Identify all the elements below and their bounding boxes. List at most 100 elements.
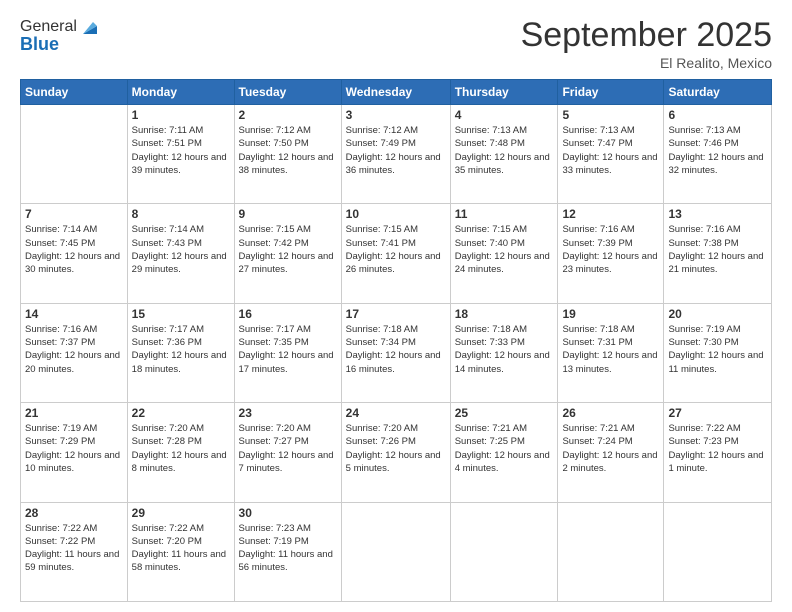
- table-row: 27Sunrise: 7:22 AMSunset: 7:23 PMDayligh…: [664, 403, 772, 502]
- cell-info: Sunrise: 7:13 AMSunset: 7:47 PMDaylight:…: [562, 124, 659, 177]
- table-row: 19Sunrise: 7:18 AMSunset: 7:31 PMDayligh…: [558, 303, 664, 402]
- day-number: 23: [239, 406, 337, 420]
- day-number: 10: [346, 207, 446, 221]
- table-row: 28 Sunrise: 7:22 AMSunset: 7:22 PMDayligh…: [21, 502, 128, 601]
- table-row: 23 Sunrise: 7:20 AMSunset: 7:27 PMDayligh…: [234, 403, 341, 502]
- cell-info: Sunrise: 7:20 AMSunset: 7:28 PMDaylight:…: [132, 422, 230, 475]
- header: General Blue September 2025 El Realito, …: [20, 16, 772, 71]
- cell-info: Sunrise: 7:15 AMSunset: 7:40 PMDaylight:…: [455, 223, 554, 276]
- header-row: Sunday Monday Tuesday Wednesday Thursday…: [21, 80, 772, 105]
- cell-info: Sunrise: 7:15 AMSunset: 7:41 PMDaylight:…: [346, 223, 446, 276]
- day-number: 8: [132, 207, 230, 221]
- table-row: 3 Sunrise: 7:12 AMSunset: 7:49 PMDaylight…: [341, 105, 450, 204]
- cell-info: Sunrise: 7:14 AMSunset: 7:43 PMDaylight:…: [132, 223, 230, 276]
- day-number: 25: [455, 406, 554, 420]
- table-row: 16 Sunrise: 7:17 AMSunset: 7:35 PMDayligh…: [234, 303, 341, 402]
- day-number: 3: [346, 108, 446, 122]
- cell-info: Sunrise: 7:13 AMSunset: 7:46 PMDaylight:…: [668, 124, 767, 177]
- table-row: [664, 502, 772, 601]
- day-number: 20: [668, 307, 767, 321]
- table-row: [21, 105, 128, 204]
- cell-info: Sunrise: 7:11 AMSunset: 7:51 PMDaylight:…: [132, 124, 230, 177]
- table-row: 22 Sunrise: 7:20 AMSunset: 7:28 PMDayligh…: [127, 403, 234, 502]
- table-row: 20 Sunrise: 7:19 AMSunset: 7:30 PMDayligh…: [664, 303, 772, 402]
- table-row: [558, 502, 664, 601]
- cell-info: Sunrise: 7:13 AMSunset: 7:48 PMDaylight:…: [455, 124, 554, 177]
- calendar: Sunday Monday Tuesday Wednesday Thursday…: [20, 79, 772, 602]
- col-sunday: Sunday: [21, 80, 128, 105]
- table-row: 14 Sunrise: 7:16 AMSunset: 7:37 PMDayligh…: [21, 303, 128, 402]
- col-thursday: Thursday: [450, 80, 558, 105]
- cell-info: Sunrise: 7:12 AMSunset: 7:49 PMDaylight:…: [346, 124, 446, 177]
- cell-info: Sunrise: 7:22 AMSunset: 7:23 PMDaylight:…: [668, 422, 767, 475]
- location: El Realito, Mexico: [521, 55, 772, 71]
- cell-info: Sunrise: 7:20 AMSunset: 7:26 PMDaylight:…: [346, 422, 446, 475]
- cell-info: Sunrise: 7:23 AMSunset: 7:19 PMDaylight:…: [239, 522, 337, 575]
- day-number: 16: [239, 307, 337, 321]
- cell-info: Sunrise: 7:16 AMSunset: 7:37 PMDaylight:…: [25, 323, 123, 376]
- table-row: 11 Sunrise: 7:15 AMSunset: 7:40 PMDayligh…: [450, 204, 558, 303]
- table-row: 4 Sunrise: 7:13 AMSunset: 7:48 PMDaylight…: [450, 105, 558, 204]
- day-number: 15: [132, 307, 230, 321]
- col-friday: Friday: [558, 80, 664, 105]
- table-row: 18 Sunrise: 7:18 AMSunset: 7:33 PMDayligh…: [450, 303, 558, 402]
- cell-info: Sunrise: 7:18 AMSunset: 7:31 PMDaylight:…: [562, 323, 659, 376]
- day-number: 21: [25, 406, 123, 420]
- day-number: 13: [668, 207, 767, 221]
- week-row-0: 1 Sunrise: 7:11 AMSunset: 7:51 PMDaylight…: [21, 105, 772, 204]
- table-row: 12 Sunrise: 7:16 AMSunset: 7:39 PMDayligh…: [558, 204, 664, 303]
- table-row: 9Sunrise: 7:15 AMSunset: 7:42 PMDaylight…: [234, 204, 341, 303]
- day-number: 6: [668, 108, 767, 122]
- day-number: 22: [132, 406, 230, 420]
- day-number: 24: [346, 406, 446, 420]
- cell-info: Sunrise: 7:14 AMSunset: 7:45 PMDaylight:…: [25, 223, 123, 276]
- cell-info: Sunrise: 7:17 AMSunset: 7:35 PMDaylight:…: [239, 323, 337, 376]
- cell-info: Sunrise: 7:21 AMSunset: 7:24 PMDaylight:…: [562, 422, 659, 475]
- table-row: 21 Sunrise: 7:19 AMSunset: 7:29 PMDayligh…: [21, 403, 128, 502]
- calendar-header: Sunday Monday Tuesday Wednesday Thursday…: [21, 80, 772, 105]
- title-block: September 2025 El Realito, Mexico: [521, 16, 772, 71]
- cell-info: Sunrise: 7:12 AMSunset: 7:50 PMDaylight:…: [239, 124, 337, 177]
- table-row: 1 Sunrise: 7:11 AMSunset: 7:51 PMDaylight…: [127, 105, 234, 204]
- cell-info: Sunrise: 7:21 AMSunset: 7:25 PMDaylight:…: [455, 422, 554, 475]
- day-number: 14: [25, 307, 123, 321]
- cell-info: Sunrise: 7:22 AMSunset: 7:20 PMDaylight:…: [132, 522, 230, 575]
- day-number: 28: [25, 506, 123, 520]
- month-title: September 2025: [521, 16, 772, 55]
- cell-info: Sunrise: 7:18 AMSunset: 7:33 PMDaylight:…: [455, 323, 554, 376]
- day-number: 18: [455, 307, 554, 321]
- table-row: [450, 502, 558, 601]
- week-row-2: 14 Sunrise: 7:16 AMSunset: 7:37 PMDayligh…: [21, 303, 772, 402]
- day-number: 2: [239, 108, 337, 122]
- col-monday: Monday: [127, 80, 234, 105]
- day-number: 12: [562, 207, 659, 221]
- page: General Blue September 2025 El Realito, …: [0, 0, 792, 612]
- table-row: 10 Sunrise: 7:15 AMSunset: 7:41 PMDayligh…: [341, 204, 450, 303]
- table-row: 7 Sunrise: 7:14 AMSunset: 7:45 PMDaylight…: [21, 204, 128, 303]
- cell-info: Sunrise: 7:16 AMSunset: 7:39 PMDaylight:…: [562, 223, 659, 276]
- cell-info: Sunrise: 7:20 AMSunset: 7:27 PMDaylight:…: [239, 422, 337, 475]
- table-row: 15 Sunrise: 7:17 AMSunset: 7:36 PMDayligh…: [127, 303, 234, 402]
- cell-info: Sunrise: 7:19 AMSunset: 7:29 PMDaylight:…: [25, 422, 123, 475]
- day-number: 11: [455, 207, 554, 221]
- cell-info: Sunrise: 7:22 AMSunset: 7:22 PMDaylight:…: [25, 522, 123, 575]
- week-row-1: 7 Sunrise: 7:14 AMSunset: 7:45 PMDaylight…: [21, 204, 772, 303]
- day-number: 17: [346, 307, 446, 321]
- day-number: 4: [455, 108, 554, 122]
- table-row: [341, 502, 450, 601]
- table-row: 5Sunrise: 7:13 AMSunset: 7:47 PMDaylight…: [558, 105, 664, 204]
- logo: General Blue: [20, 16, 101, 55]
- table-row: 13Sunrise: 7:16 AMSunset: 7:38 PMDayligh…: [664, 204, 772, 303]
- table-row: 2 Sunrise: 7:12 AMSunset: 7:50 PMDaylight…: [234, 105, 341, 204]
- day-number: 1: [132, 108, 230, 122]
- table-row: 17 Sunrise: 7:18 AMSunset: 7:34 PMDayligh…: [341, 303, 450, 402]
- day-number: 7: [25, 207, 123, 221]
- week-row-4: 28 Sunrise: 7:22 AMSunset: 7:22 PMDayligh…: [21, 502, 772, 601]
- cell-info: Sunrise: 7:19 AMSunset: 7:30 PMDaylight:…: [668, 323, 767, 376]
- col-tuesday: Tuesday: [234, 80, 341, 105]
- cell-info: Sunrise: 7:15 AMSunset: 7:42 PMDaylight:…: [239, 223, 337, 276]
- table-row: 6 Sunrise: 7:13 AMSunset: 7:46 PMDaylight…: [664, 105, 772, 204]
- cell-info: Sunrise: 7:17 AMSunset: 7:36 PMDaylight:…: [132, 323, 230, 376]
- cell-info: Sunrise: 7:18 AMSunset: 7:34 PMDaylight:…: [346, 323, 446, 376]
- table-row: 26Sunrise: 7:21 AMSunset: 7:24 PMDayligh…: [558, 403, 664, 502]
